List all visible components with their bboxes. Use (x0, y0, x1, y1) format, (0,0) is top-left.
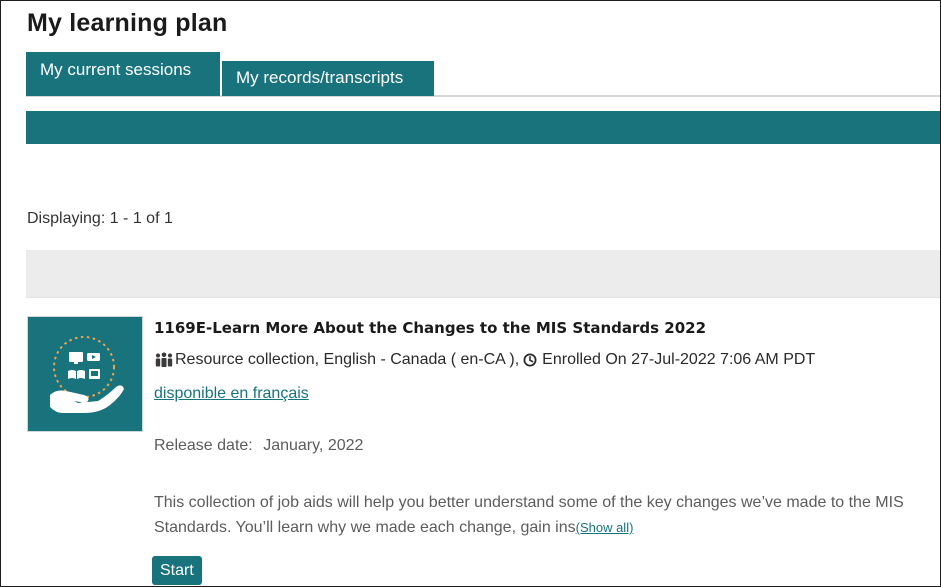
session-type-language: Resource collection, English - Canada ( … (175, 351, 520, 368)
session-description-text: This collection of job aids will help yo… (154, 494, 904, 536)
tab-my-current-sessions[interactable]: My current sessions (26, 52, 220, 96)
session-enrolled-date: Enrolled On 27-Jul-2022 7:06 AM PDT (542, 351, 816, 368)
results-count: Displaying: 1 - 1 of 1 (27, 210, 173, 227)
session-description: This collection of job aids will help yo… (154, 490, 914, 540)
release-date: Release date: January, 2022 (154, 437, 363, 455)
page-frame: My learning plan My current sessions My … (0, 0, 941, 587)
page-title: My learning plan (27, 9, 228, 37)
session-title-link[interactable]: 1169E-Learn More About the Changes to th… (154, 319, 706, 337)
start-button[interactable]: Start (152, 556, 202, 585)
devices-in-hand-icon (50, 336, 124, 413)
people-group-icon (155, 352, 173, 367)
show-all-link[interactable]: (Show all) (576, 520, 634, 535)
release-date-value: January, 2022 (263, 437, 364, 454)
release-date-label: Release date: (154, 437, 253, 454)
session-thumbnail[interactable] (27, 316, 143, 432)
clock-icon (523, 353, 537, 367)
session-meta: Resource collection, English - Canada ( … (154, 351, 815, 369)
list-divider (26, 297, 940, 298)
tab-bar: My current sessions My records/transcrip… (26, 51, 940, 97)
header-toolbar-bar (26, 111, 940, 144)
list-header-band (26, 250, 940, 297)
french-version-link[interactable]: disponible en français (154, 385, 309, 403)
tab-my-records-transcripts[interactable]: My records/transcripts (222, 61, 434, 96)
